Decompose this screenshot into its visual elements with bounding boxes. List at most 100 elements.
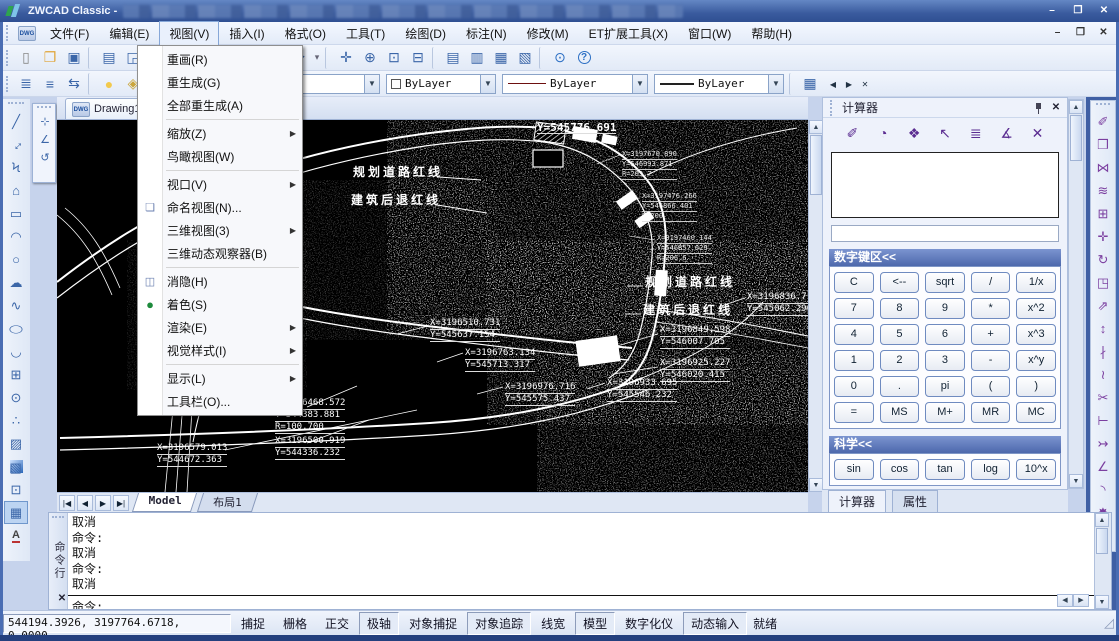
ortho-toggle[interactable]: 正交	[317, 612, 357, 635]
dynamic-input-toggle[interactable]: 动态输入	[683, 612, 747, 635]
plot-button[interactable]: ▤	[97, 47, 121, 69]
scroll-left-arrow[interactable]: ◀	[1057, 594, 1073, 607]
new-button[interactable]: ▯	[14, 47, 38, 69]
mtext-button[interactable]: A	[4, 524, 28, 547]
calc-key[interactable]: 9	[925, 298, 965, 319]
menu-insert[interactable]: 插入(I)	[219, 21, 274, 46]
zoom-previous-button[interactable]: ⊟	[406, 47, 430, 69]
calc-key[interactable]: 3	[925, 350, 965, 371]
layer-combo-arrow[interactable]: ▼	[364, 75, 379, 93]
line-button[interactable]: ╱	[4, 110, 28, 133]
lineweight-combo-arrow[interactable]: ▼	[768, 75, 783, 93]
break-at-point-button[interactable]: ≀	[1091, 363, 1115, 386]
calc-sci-key[interactable]: tan	[925, 459, 965, 480]
quickcalc-palette-button[interactable]: ▧	[513, 47, 537, 69]
calc-key[interactable]: x^3	[1016, 324, 1056, 345]
copy-button[interactable]: ❒	[1091, 133, 1115, 156]
command-vertical-scrollbar[interactable]: ▲ ▼	[1094, 513, 1111, 609]
move-button[interactable]: ✛	[1091, 225, 1115, 248]
menu-tools[interactable]: 工具(T)	[336, 21, 395, 46]
calc-distance-button[interactable]: ≣	[964, 122, 988, 144]
menu-format[interactable]: 格式(O)	[275, 21, 336, 46]
menu-item-toolbars[interactable]: 工具栏(O)...	[138, 390, 302, 413]
calc-key[interactable]: 8	[880, 298, 920, 319]
erase-button[interactable]: ✐	[1091, 110, 1115, 133]
scroll-up-arrow[interactable]: ▲	[809, 120, 823, 134]
calc-sci-key[interactable]: sin	[834, 459, 874, 480]
menu-item-aerial-view[interactable]: 鸟瞰视图(W)	[138, 145, 302, 168]
spline-button[interactable]: ∿	[4, 294, 28, 317]
tool-palettes-button[interactable]: ▦	[489, 47, 513, 69]
calculator-toggle-button[interactable]: ▦	[798, 73, 822, 95]
menu-item-render[interactable]: 渲染(E) ▶	[138, 316, 302, 339]
osnap-toggle[interactable]: 对象捕捉	[401, 612, 465, 635]
calc-clear-history-button[interactable]: ◔	[871, 122, 895, 144]
menu-window[interactable]: 窗口(W)	[678, 21, 741, 46]
mirror-button[interactable]: ⋈	[1091, 156, 1115, 179]
polygon-button[interactable]: ⌂	[4, 179, 28, 202]
scroll-down-arrow[interactable]: ▼	[1069, 474, 1083, 488]
calc-paste-to-commandline-button[interactable]: ❖	[902, 122, 926, 144]
command-history[interactable]: 取消命令:取消命令:取消	[68, 513, 1094, 595]
command-prompt-row[interactable]: 命令:	[68, 595, 1094, 610]
stretch-button[interactable]: ⇗	[1091, 294, 1115, 317]
scroll-thumb[interactable]	[810, 135, 822, 195]
calc-key[interactable]: x^2	[1016, 298, 1056, 319]
menu-item-regen[interactable]: 重生成(G)	[138, 71, 302, 94]
revision-cloud-button[interactable]: ☁	[4, 271, 28, 294]
make-block-button[interactable]: ⊙	[4, 386, 28, 409]
mdi-restore-button[interactable]: ❐	[1072, 26, 1089, 41]
calc-key[interactable]: .	[880, 376, 920, 397]
circle-button[interactable]: ○	[4, 248, 28, 271]
calc-key[interactable]: MC	[1016, 402, 1056, 423]
rectangle-button[interactable]: ▭	[4, 202, 28, 225]
toolbar-button[interactable]	[88, 47, 95, 69]
window-close-button[interactable]: ✕	[1095, 4, 1113, 18]
lengthen-button[interactable]: ↕	[1091, 317, 1115, 340]
menu-item-display[interactable]: 显示(L) ▶	[138, 367, 302, 390]
ellipse-button[interactable]: ◯	[4, 317, 28, 340]
menu-item-shade[interactable]: ● 着色(S)	[138, 293, 302, 316]
scale-button[interactable]: ◳	[1091, 271, 1115, 294]
tablet-toggle[interactable]: 数字化仪	[617, 612, 681, 635]
otrack-toggle[interactable]: 对象追踪	[467, 612, 531, 635]
mdi-minimize-button[interactable]: –	[1049, 26, 1066, 41]
calc-key[interactable]: 6	[925, 324, 965, 345]
calc-get-coordinates-button[interactable]: ↖	[933, 122, 957, 144]
redo-dropdown[interactable]: ▾	[311, 47, 323, 69]
arc-button[interactable]: ◠	[4, 225, 28, 248]
calc-key[interactable]: C	[834, 272, 874, 293]
scroll-up-arrow[interactable]: ▲	[1095, 513, 1109, 527]
numpad-section-header[interactable]: 数字键区<<	[829, 249, 1061, 266]
calc-key[interactable]: 5	[880, 324, 920, 345]
open-button[interactable]: ❐	[38, 47, 62, 69]
calculator-tab[interactable]: 计算器	[828, 490, 886, 512]
calc-angle-button[interactable]: ∡	[995, 122, 1019, 144]
inquiry-distance-button[interactable]: ⊹	[33, 112, 57, 130]
command-window-titlebar[interactable]: 命令行 ✕	[49, 513, 68, 609]
prev-drawing-button[interactable]: ◀	[826, 76, 840, 92]
polyline-button[interactable]: Ϟ	[4, 156, 28, 179]
calc-key[interactable]: (	[971, 376, 1011, 397]
pan-button[interactable]: ✛	[334, 47, 358, 69]
calc-key[interactable]: =	[834, 402, 874, 423]
first-tab-button[interactable]: |◀	[59, 495, 75, 511]
window-maximize-button[interactable]: ❐	[1069, 4, 1087, 18]
layer-on-off-button[interactable]: ●	[97, 73, 121, 95]
calc-key[interactable]: 1/x	[1016, 272, 1056, 293]
window-minimize-button[interactable]: –	[1043, 4, 1061, 18]
prev-tab-button[interactable]: ◀	[77, 495, 93, 511]
calc-intersection-button[interactable]: ✕	[1025, 122, 1049, 144]
menu-file[interactable]: 文件(F)	[40, 21, 99, 46]
calc-sci-key[interactable]: cos	[880, 459, 920, 480]
hatch-button[interactable]: ▨	[4, 432, 28, 455]
menu-dimension[interactable]: 标注(N)	[456, 21, 517, 46]
join-button[interactable]: ↣	[1091, 432, 1115, 455]
polar-toggle[interactable]: 极轴	[359, 612, 399, 635]
fillet-button[interactable]: ◝	[1091, 478, 1115, 501]
menu-item-hide[interactable]: ◫ 消隐(H)	[138, 270, 302, 293]
help-button[interactable]: ?	[572, 47, 596, 69]
menu-et-extended-tools[interactable]: ET扩展工具(X)	[579, 21, 678, 46]
menu-item-3d-views[interactable]: 三维视图(3) ▶	[138, 219, 302, 242]
model-tab[interactable]: Model	[132, 493, 197, 512]
